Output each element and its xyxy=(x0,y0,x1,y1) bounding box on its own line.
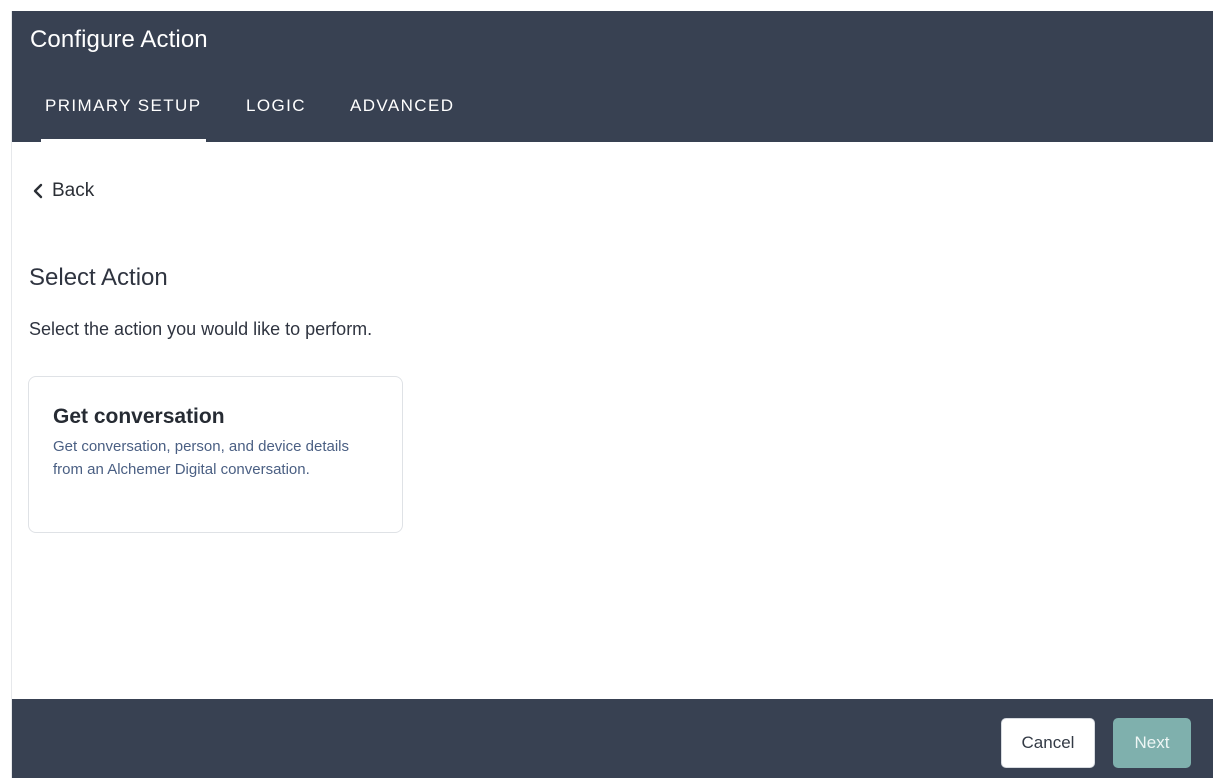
tab-primary-setup[interactable]: PRIMARY SETUP xyxy=(40,96,207,142)
tab-logic[interactable]: LOGIC xyxy=(246,96,306,116)
back-link[interactable]: Back xyxy=(32,180,94,202)
section-description: Select the action you would like to perf… xyxy=(29,319,373,339)
back-label: Back xyxy=(52,180,95,201)
section-title: Select Action xyxy=(29,264,168,291)
tab-advanced[interactable]: ADVANCED xyxy=(350,96,454,116)
tab-bar: PRIMARY SETUP LOGIC ADVANCED xyxy=(12,86,1213,142)
panel-header: Configure Action PRIMARY SETUP LOGIC ADV… xyxy=(12,11,1213,142)
configure-action-panel: Configure Action PRIMARY SETUP LOGIC ADV… xyxy=(11,11,1213,778)
action-card-title: Get conversation xyxy=(53,405,225,428)
action-card-get-conversation[interactable]: Get conversation Get conversation, perso… xyxy=(28,376,403,533)
next-button[interactable]: Next xyxy=(1113,718,1191,768)
panel-footer: Cancel Next xyxy=(12,699,1213,778)
panel-title: Configure Action xyxy=(30,26,208,53)
chevron-left-icon xyxy=(33,183,43,199)
action-card-description: Get conversation, person, and device det… xyxy=(53,438,350,478)
cancel-button[interactable]: Cancel xyxy=(1001,718,1095,768)
